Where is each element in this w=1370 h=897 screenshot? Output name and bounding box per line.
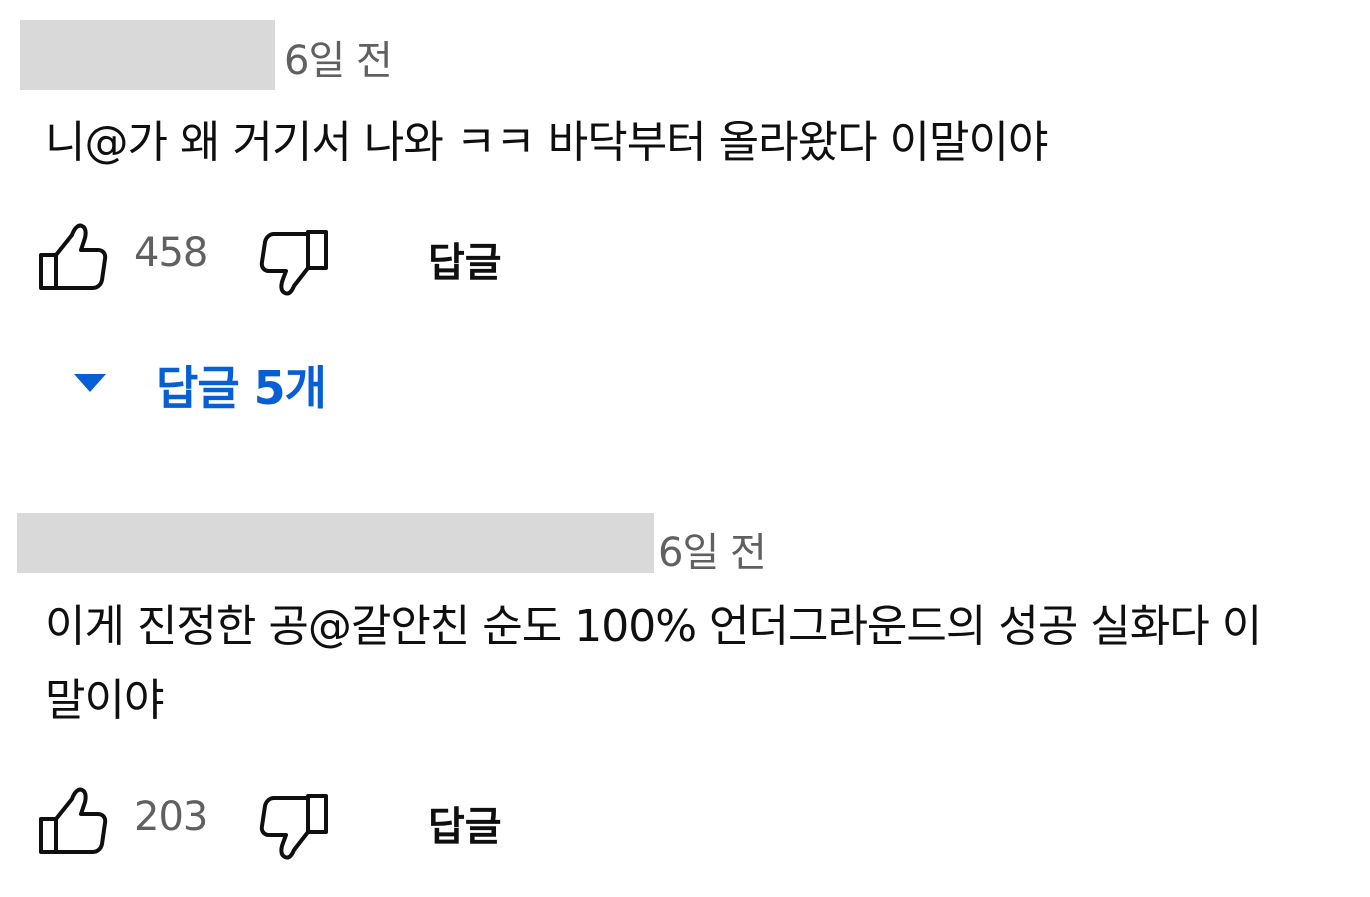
comment-text: 이게 진정한 공@갈안친 순도 100% 언더그라운드의 성공 실화다 이말이야 (45, 601, 1262, 726)
dislike-button[interactable] (256, 788, 332, 862)
redacted-author-name (20, 20, 275, 90)
view-replies-button[interactable]: 답글 5개 (66, 348, 366, 418)
like-button[interactable] (36, 220, 110, 294)
thumbs-up-icon (39, 787, 108, 854)
comment-timestamp: 6일 전 (284, 38, 393, 84)
thumbs-up-icon (39, 223, 108, 290)
reply-button[interactable]: 답글 (428, 794, 502, 852)
redacted-author-name (17, 513, 654, 573)
caret-down-icon (74, 374, 106, 392)
comment-text: 니@가 왜 거기서 나와 ㅋㅋ 바닥부터 올라왔다 이말이야 (45, 117, 1048, 168)
like-count: 458 (134, 230, 208, 276)
comment-actions: 458 답글 (0, 218, 1370, 298)
like-button[interactable] (36, 784, 110, 858)
reply-button[interactable]: 답글 (428, 230, 502, 288)
comment-timestamp: 6일 전 (658, 530, 767, 576)
thumbs-down-icon (259, 230, 328, 296)
comment-actions: 203 답글 (0, 782, 1370, 862)
like-count: 203 (134, 794, 208, 840)
view-replies-label: 답글 5개 (156, 361, 327, 415)
dislike-button[interactable] (256, 224, 332, 298)
thumbs-down-icon (259, 794, 328, 860)
